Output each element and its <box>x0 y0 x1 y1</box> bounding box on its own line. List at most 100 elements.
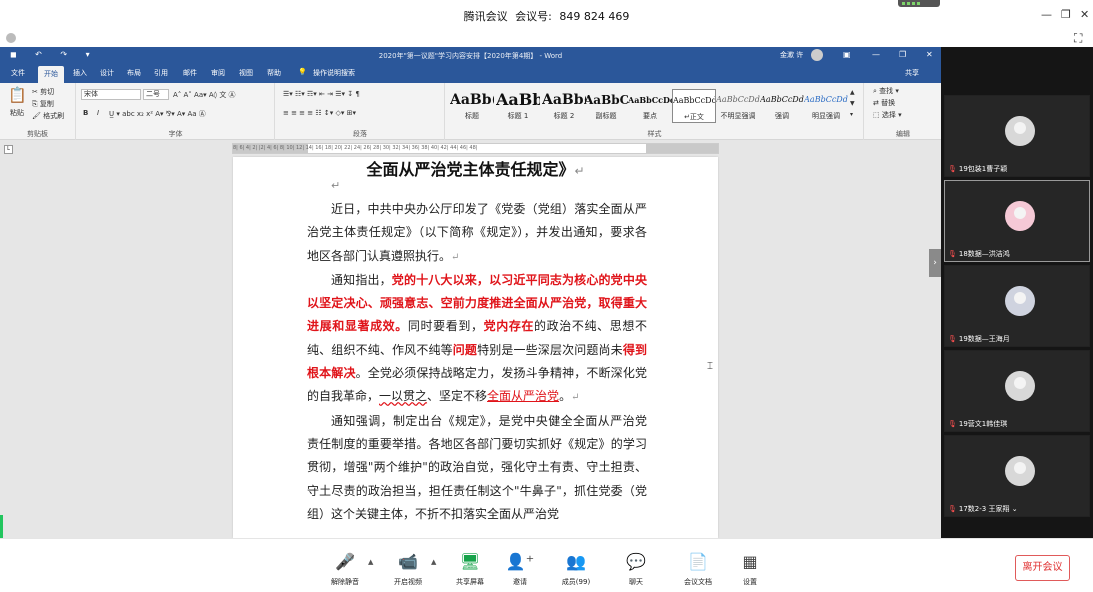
start-video-button[interactable]: 📹 开启视频 <box>380 552 436 587</box>
tab-insert[interactable]: 插入 <box>73 68 87 78</box>
participant-tile[interactable]: 🎙 17数2-3 王家翔 ⌄ <box>944 435 1090 517</box>
members-button[interactable]: 👥 成员(99) <box>548 552 604 587</box>
tab-help[interactable]: 帮助 <box>267 68 281 78</box>
style-intense-emphasis[interactable]: AaBbCcDd 明显强调 <box>804 89 848 123</box>
close-button[interactable]: ✕ <box>1080 8 1089 21</box>
mic-muted-icon: 🎙 <box>948 335 957 343</box>
mic-muted-icon: 🎙 <box>948 505 957 513</box>
document-title: 全面从严治党主体责任规定》↵ <box>366 160 585 179</box>
clipboard-group: 📋 粘贴 ✂ 剪切 ⎘ 复制 🖌 格式刷 剪贴板 <box>0 83 76 140</box>
participant-name: 18数据—洪洁鸿 <box>958 250 1010 258</box>
avatar <box>1005 371 1035 401</box>
word-ribbon: 📋 粘贴 ✂ 剪切 ⎘ 复制 🖌 格式刷 剪贴板 宋体 二号 A˄ A˅ Aa▾… <box>0 83 941 140</box>
word-minimize-icon[interactable]: — <box>872 50 880 59</box>
minimize-button[interactable]: — <box>1041 8 1052 21</box>
mouse-cursor-icon: ⌶ <box>707 361 713 372</box>
style-subtle-emphasis[interactable]: AaBbCcDd 不明显强调 <box>716 89 760 123</box>
participant-tile[interactable]: 🎙 19营文1韩佳琪 <box>944 350 1090 432</box>
horizontal-ruler[interactable]: 8| 6| 4| 2| |2| 4| 6| 8| 10| 12| 14| 16|… <box>232 143 719 154</box>
font-grow-icon[interactable]: A˄ A˅ Aa▾ A◊ 文 Ⓐ <box>173 90 236 100</box>
align-icons[interactable]: ≡ ≡ ≡ ≡ ☷ ↕▾ ◇▾ ⊞▾ <box>283 109 356 117</box>
audio-options-arrow-icon[interactable]: ▲ <box>368 558 373 566</box>
settings-button[interactable]: ▦ 设置 <box>722 552 778 587</box>
expand-panel-arrow-icon[interactable]: › <box>929 249 941 277</box>
style-emphasis[interactable]: AaBbCcDd 强调 <box>760 89 804 123</box>
document-page[interactable]: 全面从严治党主体责任规定》↵ ↵ 近日，中共中央办公厅印发了《党委（党组）落实全… <box>233 157 718 538</box>
word-close-icon[interactable]: ✕ <box>926 50 933 59</box>
info-icon[interactable] <box>6 33 16 43</box>
font-name-select[interactable]: 宋体 <box>81 89 141 100</box>
styles-group: AaBb( 标题 AaBb 标题 1 AaBb( 标题 2 AaBbC 副标题 … <box>446 83 864 140</box>
italic-icon[interactable]: I <box>97 109 99 117</box>
tab-review[interactable]: 审阅 <box>211 68 225 78</box>
network-signal-indicator <box>898 0 940 7</box>
mic-muted-icon: 🎙 <box>948 250 957 258</box>
restore-button[interactable]: ❐ <box>1061 8 1071 21</box>
participant-tile[interactable]: 🎙 19包装1曹子颖 <box>944 95 1090 177</box>
add-user-icon: 👤⁺ <box>505 552 535 571</box>
video-options-arrow-icon[interactable]: ▲ <box>431 558 436 566</box>
chat-icon: 💬 <box>626 552 646 571</box>
word-user-name: 金漱 许 <box>780 51 804 59</box>
cut-button[interactable]: ✂ 剪切 <box>32 87 54 97</box>
paragraph-group: ☰▾ ☷▾ ☶▾ ⇤ ⇥ ☰▾ ↧ ¶ ≡ ≡ ≡ ≡ ☷ ↕▾ ◇▾ ⊞▾ 段… <box>276 83 445 140</box>
style-heading-2[interactable]: AaBb( 标题 2 <box>542 89 586 123</box>
tab-references[interactable]: 引用 <box>154 68 168 78</box>
style-key-point[interactable]: AaBbCcDc 要点 <box>628 89 672 123</box>
replace-button[interactable]: ⇄ 替换 <box>873 98 895 108</box>
ribbon-display-icon[interactable]: ▣ <box>843 50 851 59</box>
tell-me-search[interactable]: 操作说明搜索 <box>313 68 355 78</box>
meeting-docs-button[interactable]: 📄 会议文档 <box>670 552 726 587</box>
participant-tile[interactable]: 🎙 19数据—王海月 <box>944 265 1090 347</box>
style-heading[interactable]: AaBb( 标题 <box>450 89 494 123</box>
meeting-title: 腾讯会议 会议号: 849 824 469 <box>0 8 1093 24</box>
style-normal[interactable]: AaBbCcDd ↵正文 <box>672 89 716 123</box>
style-heading-1[interactable]: AaBb 标题 1 <box>496 89 540 123</box>
tab-layout[interactable]: 布局 <box>127 68 141 78</box>
styles-scroll-icon[interactable]: ▲ ▼ ▾ <box>850 87 855 120</box>
meeting-sub-bar: ⛶ <box>0 30 1093 47</box>
unmute-button[interactable]: 🎤̸ 解除静音 <box>317 552 373 587</box>
tab-home[interactable]: 开始 <box>38 66 64 83</box>
paste-button[interactable]: 粘贴 <box>10 108 24 118</box>
tab-selector-icon[interactable]: L <box>4 145 13 154</box>
paragraph-mark: ↵ <box>331 179 341 192</box>
list-icons[interactable]: ☰▾ ☷▾ ☶▾ ⇤ ⇥ ☰▾ ↧ ¶ <box>283 90 360 98</box>
grid-settings-icon: ▦ <box>742 552 758 571</box>
invite-button[interactable]: 👤⁺ 邀请 <box>492 552 548 587</box>
word-user-avatar[interactable] <box>811 49 823 61</box>
tab-file[interactable]: 文件 <box>11 68 25 78</box>
paragraph-2: 通知指出，党的十八大以来，以习近平同志为核心的党中央以坚定决心、顽强意志、空前力… <box>307 272 647 404</box>
paste-icon[interactable]: 📋 <box>8 86 27 104</box>
find-button[interactable]: ⌕ 查找 ▾ <box>873 86 899 96</box>
format-painter-button[interactable]: 🖌 格式刷 <box>32 111 64 121</box>
avatar <box>1005 116 1035 146</box>
copy-button[interactable]: ⎘ 复制 <box>32 99 54 109</box>
select-button[interactable]: ⬚ 选择 ▾ <box>873 110 902 120</box>
paragraph-3: 通知强调，制定出台《规定》，是党中央健全全面从严治党责任制度的重要举措。各地区各… <box>307 413 647 521</box>
mic-off-icon: 🎤̸ <box>335 552 355 571</box>
tab-mailings[interactable]: 邮件 <box>183 68 197 78</box>
fullscreen-icon[interactable]: ⛶ <box>1074 31 1082 46</box>
word-ribbon-tabs: 文件 开始 插入 设计 布局 引用 邮件 审阅 视图 帮助 💡 操作说明搜索 共… <box>0 64 941 83</box>
share-button[interactable]: 共享 <box>905 68 919 78</box>
format-icons[interactable]: U̲ ▾ abc x₂ x² A▾ ⅋▾ A▾ Aa Ⓐ <box>109 109 206 119</box>
mic-muted-icon: 🎙 <box>948 420 957 428</box>
tab-view[interactable]: 视图 <box>239 68 253 78</box>
paragraph-group-label: 段落 <box>353 130 367 138</box>
leave-meeting-button[interactable]: 离开会议 <box>1015 555 1070 581</box>
font-size-select[interactable]: 二号 <box>143 89 169 100</box>
participant-name: 19数据—王海月 <box>958 335 1010 343</box>
word-title-bar: ◼ ↶ ↷ ▾ 2020年"第一议题"学习内容安排【2020年第4期】 - Wo… <box>0 47 941 64</box>
bold-icon[interactable]: B <box>83 109 88 117</box>
editing-group: ⌕ 查找 ▾ ⇄ 替换 ⬚ 选择 ▾ 编辑 <box>865 83 941 140</box>
chat-button[interactable]: 💬 聊天 <box>608 552 664 587</box>
share-screen-button[interactable]: 🖥 共享屏幕 <box>442 552 498 587</box>
participant-tile[interactable]: 🎙 18数据—洪洁鸿 <box>944 180 1090 262</box>
tab-design[interactable]: 设计 <box>100 68 114 78</box>
participant-name: 19包装1曹子颖 <box>958 165 1008 173</box>
word-restore-icon[interactable]: ❐ <box>899 50 906 59</box>
editing-group-label: 编辑 <box>896 130 910 138</box>
style-subtitle[interactable]: AaBbC 副标题 <box>584 89 628 123</box>
chevron-down-icon: ⌄ <box>1011 505 1018 513</box>
